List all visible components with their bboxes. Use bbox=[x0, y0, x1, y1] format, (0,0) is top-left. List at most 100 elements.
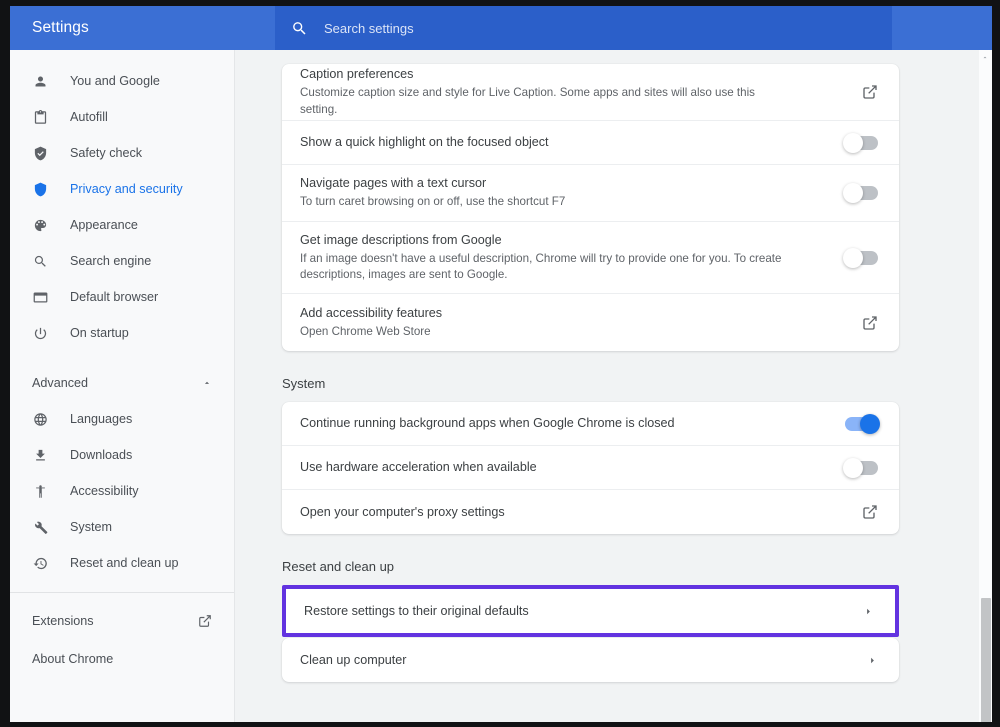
external-link-icon[interactable] bbox=[862, 84, 878, 100]
row-title: Clean up computer bbox=[300, 652, 848, 669]
row-hardware-acceleration[interactable]: Use hardware acceleration when available bbox=[282, 446, 899, 490]
settings-sidebar: You and Google Autofill Safety check Pri… bbox=[10, 50, 235, 722]
sidebar-item-label: About Chrome bbox=[32, 652, 212, 666]
sidebar-item-label: Reset and clean up bbox=[70, 556, 179, 570]
system-settings-card: Continue running background apps when Go… bbox=[282, 402, 899, 534]
sidebar-item-about-chrome[interactable]: About Chrome bbox=[10, 640, 234, 678]
row-show-quick-highlight[interactable]: Show a quick highlight on the focused ob… bbox=[282, 121, 899, 165]
search-settings-bar[interactable]: Search settings bbox=[275, 6, 892, 50]
search-icon bbox=[291, 20, 308, 37]
chrome-settings-window: Settings Search settings You and Google … bbox=[10, 6, 992, 722]
toggle-knob bbox=[843, 183, 863, 203]
row-subtitle: If an image doesn't have a useful descri… bbox=[300, 251, 792, 284]
row-title: Open your computer's proxy settings bbox=[300, 504, 844, 521]
sidebar-item-label: Autofill bbox=[70, 110, 108, 124]
chevron-right-icon bbox=[862, 605, 874, 617]
row-clean-up-computer[interactable]: Clean up computer bbox=[282, 638, 899, 682]
scroll-up-arrow-icon[interactable] bbox=[981, 54, 989, 61]
power-icon bbox=[31, 324, 49, 342]
sidebar-item-label: Search engine bbox=[70, 254, 151, 268]
toggle-knob bbox=[860, 414, 880, 434]
search-input[interactable]: Search settings bbox=[324, 21, 414, 36]
clean-up-computer-card: Clean up computer bbox=[282, 638, 899, 682]
row-restore-settings[interactable]: Restore settings to their original defau… bbox=[286, 589, 895, 633]
chevron-right-icon bbox=[866, 654, 878, 666]
sidebar-item-default-browser[interactable]: Default browser bbox=[10, 279, 234, 315]
sidebar-item-label: On startup bbox=[70, 326, 129, 340]
row-background-apps[interactable]: Continue running background apps when Go… bbox=[282, 402, 899, 446]
row-navigate-text-cursor[interactable]: Navigate pages with a text cursor To tur… bbox=[282, 165, 899, 222]
sidebar-item-accessibility[interactable]: Accessibility bbox=[10, 473, 234, 509]
shield-check-icon bbox=[31, 144, 49, 162]
shield-icon bbox=[31, 180, 49, 198]
sidebar-divider bbox=[10, 592, 234, 593]
row-title: Continue running background apps when Go… bbox=[300, 415, 827, 432]
toggle-image-descriptions[interactable] bbox=[845, 251, 878, 265]
row-title: Navigate pages with a text cursor bbox=[300, 175, 827, 192]
settings-content: Caption preferences Customize caption si… bbox=[236, 50, 992, 722]
toggle-knob bbox=[843, 133, 863, 153]
external-link-icon[interactable] bbox=[862, 315, 878, 331]
download-icon bbox=[31, 446, 49, 464]
browser-window-icon bbox=[31, 288, 49, 306]
sidebar-item-on-startup[interactable]: On startup bbox=[10, 315, 234, 351]
row-title: Show a quick highlight on the focused ob… bbox=[300, 134, 827, 151]
row-title: Add accessibility features bbox=[300, 305, 844, 322]
row-image-descriptions[interactable]: Get image descriptions from Google If an… bbox=[282, 222, 899, 294]
screenshot-frame: Settings Search settings You and Google … bbox=[0, 0, 1000, 727]
history-icon bbox=[31, 554, 49, 572]
sidebar-item-reset-and-clean-up[interactable]: Reset and clean up bbox=[10, 545, 234, 581]
external-link-icon[interactable] bbox=[198, 614, 212, 628]
row-title: Use hardware acceleration when available bbox=[300, 459, 827, 476]
row-caption-preferences[interactable]: Caption preferences Customize caption si… bbox=[282, 64, 899, 121]
page-title: Settings bbox=[10, 19, 275, 37]
row-title: Get image descriptions from Google bbox=[300, 232, 827, 249]
sidebar-item-appearance[interactable]: Appearance bbox=[10, 207, 234, 243]
row-subtitle: Customize caption size and style for Liv… bbox=[300, 85, 792, 118]
sidebar-item-languages[interactable]: Languages bbox=[10, 401, 234, 437]
sidebar-item-system[interactable]: System bbox=[10, 509, 234, 545]
wrench-icon bbox=[31, 518, 49, 536]
vertical-scrollbar-track[interactable] bbox=[979, 50, 992, 722]
row-title: Caption preferences bbox=[300, 66, 844, 83]
highlight-annotation-box: Restore settings to their original defau… bbox=[282, 585, 899, 637]
sidebar-item-label: Downloads bbox=[70, 448, 132, 462]
palette-icon bbox=[31, 216, 49, 234]
sidebar-item-search-engine[interactable]: Search engine bbox=[10, 243, 234, 279]
toggle-knob bbox=[843, 248, 863, 268]
sidebar-item-label: Safety check bbox=[70, 146, 142, 160]
header-spacer bbox=[892, 6, 992, 50]
globe-icon bbox=[31, 410, 49, 428]
toggle-show-quick-highlight[interactable] bbox=[845, 136, 878, 150]
section-title-system: System bbox=[282, 376, 992, 391]
sidebar-item-label: Default browser bbox=[70, 290, 158, 304]
sidebar-item-label: Privacy and security bbox=[70, 182, 183, 196]
restore-settings-card: Restore settings to their original defau… bbox=[286, 589, 895, 633]
sidebar-advanced-toggle[interactable]: Advanced bbox=[10, 365, 234, 401]
sidebar-item-downloads[interactable]: Downloads bbox=[10, 437, 234, 473]
sidebar-item-label: Extensions bbox=[32, 614, 198, 628]
sidebar-item-safety-check[interactable]: Safety check bbox=[10, 135, 234, 171]
sidebar-item-label: You and Google bbox=[70, 74, 160, 88]
sidebar-advanced-label: Advanced bbox=[32, 376, 202, 390]
sidebar-item-autofill[interactable]: Autofill bbox=[10, 99, 234, 135]
toggle-hardware-acceleration[interactable] bbox=[845, 461, 878, 475]
clipboard-icon bbox=[31, 108, 49, 126]
row-subtitle: To turn caret browsing on or off, use th… bbox=[300, 194, 792, 211]
toggle-navigate-text-cursor[interactable] bbox=[845, 186, 878, 200]
row-proxy-settings[interactable]: Open your computer's proxy settings bbox=[282, 490, 899, 534]
sidebar-item-label: System bbox=[70, 520, 112, 534]
settings-header: Settings Search settings bbox=[10, 6, 992, 50]
sidebar-item-label: Appearance bbox=[70, 218, 138, 232]
row-add-accessibility-features[interactable]: Add accessibility features Open Chrome W… bbox=[282, 294, 899, 351]
sidebar-item-extensions[interactable]: Extensions bbox=[10, 602, 234, 640]
external-link-icon[interactable] bbox=[862, 504, 878, 520]
toggle-knob bbox=[843, 458, 863, 478]
sidebar-item-privacy-and-security[interactable]: Privacy and security bbox=[10, 171, 234, 207]
sidebar-item-you-and-google[interactable]: You and Google bbox=[10, 63, 234, 99]
toggle-background-apps[interactable] bbox=[845, 417, 878, 431]
vertical-scrollbar-thumb[interactable] bbox=[981, 598, 991, 722]
accessibility-icon bbox=[31, 482, 49, 500]
search-icon bbox=[31, 252, 49, 270]
person-icon bbox=[31, 72, 49, 90]
